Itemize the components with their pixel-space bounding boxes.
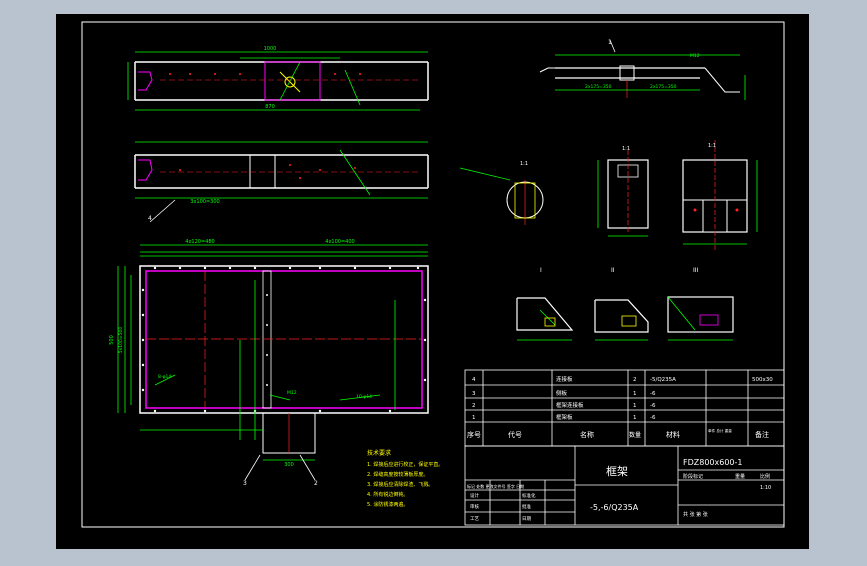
table-header-code: 代号 <box>508 430 522 439</box>
table-header-note: 备注 <box>755 430 769 439</box>
table-cell-name: 框架连接板 <box>556 401 584 409</box>
sheet-label: 共 张 第 张 <box>683 511 708 518</box>
table-cell-name: 连接板 <box>556 375 573 383</box>
dim-right-1: 2x175=350 <box>585 84 612 90</box>
scale-label: 比例 <box>760 473 770 480</box>
drawing-number: FDZ800x600-1 <box>683 458 743 467</box>
weight-label: 重量 <box>735 473 745 480</box>
callout-2: 2 <box>314 480 318 487</box>
note-right: M12 <box>690 53 700 59</box>
dim-plan-left: 500 <box>109 335 115 345</box>
notes-line-4: 4. 所有锐边倒钝。 <box>367 491 408 498</box>
table-cell-material: -5/Q235A <box>650 377 676 383</box>
cad-window: 1000 870 3x100=300 4 4x120=480 4x100=400… <box>0 0 867 562</box>
table-cell-qty: 1 <box>633 415 637 421</box>
dim-plan-inner: 4x100=400 <box>325 239 354 245</box>
table-row: 1 <box>472 415 476 421</box>
table-cell-name: 框架板 <box>556 413 573 421</box>
table-cell-material: -6 <box>650 391 656 397</box>
dim-plan-top: 4x120=480 <box>185 239 214 245</box>
role-design: 设计 <box>470 492 479 499</box>
detail-label-2: II <box>611 267 615 274</box>
dim-top-bottom: 870 <box>265 104 275 110</box>
part-name: 框架 <box>606 465 628 478</box>
detail-label-3: III <box>693 267 699 274</box>
role-process: 工艺 <box>470 516 479 522</box>
dim-mid-base: 3x100=300 <box>190 199 219 205</box>
detail-label-1: I <box>540 267 542 274</box>
note-plan-1: 8-φ14 <box>158 374 171 380</box>
part-material: -5,-6/Q235A <box>590 503 639 512</box>
table-row: 3 <box>472 391 476 397</box>
notes-title: 技术要求 <box>367 449 391 457</box>
section-label-1: 1 <box>608 39 612 46</box>
table-cell-note: 500x30 <box>752 377 773 383</box>
section-label-11a: 1:1 <box>520 161 528 167</box>
date-label: 日期 <box>522 516 531 522</box>
dim-plan-left2: 5x100=500 <box>118 327 124 354</box>
revision-headers: 标记 处数 更改文件号 签字 日期 <box>467 483 524 489</box>
note-plan-3: 10-φ14 <box>356 394 372 400</box>
table-header-material: 材料 <box>666 430 680 439</box>
role-check: 审核 <box>470 503 479 510</box>
dim-right-2: 2x175=350 <box>650 84 677 90</box>
dim-top-overall: 1000 <box>264 46 277 52</box>
table-cell-qty: 2 <box>633 377 637 383</box>
table-row: 4 <box>472 377 476 383</box>
table-cell-name: 侧板 <box>556 389 568 397</box>
table-cell-material: -6 <box>650 415 656 421</box>
dim-plan-bottom: 300 <box>284 462 294 468</box>
table-cell-material: -6 <box>650 403 656 409</box>
scale-value: 1:10 <box>760 485 771 491</box>
note-plan-2: M12 <box>287 390 297 396</box>
stage-label: 阶段标记 <box>683 473 703 480</box>
table-header-weight: 单件 总计 重量 <box>708 428 732 433</box>
callout-4: 4 <box>148 215 152 222</box>
table-cell-qty: 1 <box>633 391 637 397</box>
notes-line-5: 5. 涂防锈漆两遍。 <box>367 501 408 508</box>
notes-line-3: 3. 焊接后应清除焊渣、飞溅。 <box>367 481 433 488</box>
notes-line-2: 2. 焊缝高度按较薄板厚度。 <box>367 471 428 478</box>
callout-3: 3 <box>243 480 247 487</box>
cad-drawing-canvas[interactable]: 1000 870 3x100=300 4 4x120=480 4x100=400… <box>0 0 867 562</box>
section-label-11c: 1:1 <box>708 143 716 149</box>
table-header-qty: 数量 <box>629 431 641 439</box>
table-cell-qty: 1 <box>633 403 637 409</box>
section-label-11b: 1:1 <box>622 146 630 152</box>
notes-line-1: 1. 焊接后应进行校正，保证平直。 <box>367 461 443 468</box>
table-header-name: 名称 <box>580 430 594 439</box>
model-space <box>56 14 809 549</box>
table-row: 2 <box>472 403 476 409</box>
role-approve: 批准 <box>522 503 531 510</box>
role-standard: 标准化 <box>522 492 536 499</box>
table-header-no: 序号 <box>467 430 481 439</box>
